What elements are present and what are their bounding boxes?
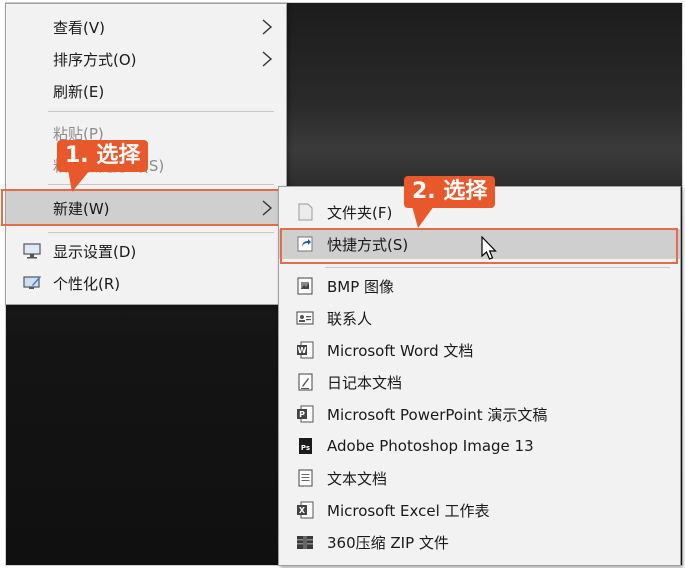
menu-item-display-settings[interactable]: 显示设置(D) [6,236,286,266]
contact-icon [296,311,314,325]
submenu-item-powerpoint[interactable]: P Microsoft PowerPoint 演示文稿 [279,399,680,429]
highlight-box-new [1,189,281,226]
callout-pointer [68,170,90,192]
callout-pointer [412,206,434,228]
text-document-icon [298,469,313,487]
display-settings-icon [23,243,41,259]
menu-separator [48,232,274,233]
svg-text:X: X [299,506,306,515]
menu-item-label: 日记本文档 [327,373,403,392]
submenu-item-excel-worksheet[interactable]: X Microsoft Excel 工作表 [279,495,680,525]
menu-separator [325,267,670,268]
menu-item-label: 查看(V) [53,18,105,37]
menu-item-personalize[interactable]: 个性化(R) [6,268,286,298]
submenu-item-contact[interactable]: 联系人 [279,303,680,333]
menu-item-sort-by[interactable]: 排序方式(O) [6,44,286,74]
powerpoint-icon: P [297,405,314,423]
chevron-right-icon [262,51,273,67]
svg-text:P: P [299,410,305,419]
menu-item-label: 显示设置(D) [53,242,137,261]
word-document-icon: W [297,341,314,359]
personalize-icon [23,276,41,289]
menu-item-label: 个性化(R) [53,274,121,293]
menu-item-label: Microsoft Word 文档 [327,341,474,360]
submenu-item-word-document[interactable]: W Microsoft Word 文档 [279,335,680,365]
highlight-box-shortcut [280,228,678,264]
photoshop-icon: Ps [299,438,312,454]
svg-text:W: W [298,346,307,355]
submenu-item-text-document[interactable]: 文本文档 [279,463,680,493]
menu-item-label: 排序方式(O) [53,50,137,69]
menu-separator [48,111,274,112]
menu-item-label: Microsoft PowerPoint 演示文稿 [327,405,548,424]
folder-icon [298,203,313,221]
menu-item-label: 联系人 [327,309,373,328]
submenu-item-photoshop-image[interactable]: Ps Adobe Photoshop Image 13 [279,431,680,461]
menu-item-label: 360压缩 ZIP 文件 [327,533,449,552]
menu-item-label: BMP 图像 [327,277,395,296]
submenu-item-journal-document[interactable]: 日记本文档 [279,367,680,397]
journal-document-icon [298,373,313,391]
menu-item-label: Adobe Photoshop Image 13 [327,437,534,455]
submenu-item-zip-archive[interactable]: 360压缩 ZIP 文件 [279,527,680,557]
menu-item-label: 文件夹(F) [327,203,393,222]
menu-item-label: Microsoft Excel 工作表 [327,501,490,520]
callout-step-2: 2. 选择 [404,176,496,208]
excel-icon: X [297,501,314,519]
menu-item-view[interactable]: 查看(V) [6,12,286,42]
mouse-cursor-icon [481,236,497,260]
menu-item-label: 文本文档 [327,469,388,488]
callout-step-1: 1. 选择 [57,140,149,172]
menu-item-label: 刷新(E) [53,82,105,101]
submenu-item-bmp-image[interactable]: BMP 图像 [279,271,680,301]
zip-archive-icon [297,536,313,549]
chevron-right-icon [262,19,273,35]
svg-text:Ps: Ps [301,444,310,452]
bmp-image-icon [297,277,313,295]
menu-item-refresh[interactable]: 刷新(E) [6,76,286,106]
